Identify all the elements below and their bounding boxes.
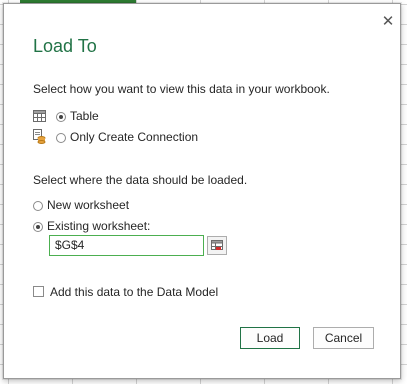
cell-reference-input[interactable]: $G$4 <box>49 235 204 256</box>
new-worksheet-radio[interactable] <box>33 201 43 211</box>
data-model-label: Add this data to the Data Model <box>50 285 219 299</box>
table-icon <box>33 110 46 122</box>
connection-icon <box>33 129 46 144</box>
existing-worksheet-label: Existing worksheet: <box>47 219 151 233</box>
view-prompt: Select how you want to view this data in… <box>33 82 330 96</box>
load-button[interactable]: Load <box>240 327 300 349</box>
data-model-checkbox[interactable] <box>33 286 44 297</box>
close-button[interactable]: ✕ <box>378 11 398 31</box>
connection-option-label: Only Create Connection <box>70 130 199 144</box>
cancel-button[interactable]: Cancel <box>313 327 374 349</box>
load-to-dialog: ✕ Load To Select how you want to view th… <box>3 3 401 379</box>
table-option-label: Table <box>70 109 99 123</box>
close-icon: ✕ <box>381 12 395 30</box>
connection-radio[interactable] <box>56 133 66 143</box>
new-worksheet-label: New worksheet <box>47 198 130 212</box>
range-selector-icon <box>211 240 223 250</box>
table-radio[interactable] <box>56 112 66 122</box>
range-selector-button[interactable] <box>207 236 227 255</box>
dialog-title: Load To <box>33 36 97 56</box>
existing-worksheet-radio[interactable] <box>33 222 43 232</box>
location-prompt: Select where the data should be loaded. <box>33 173 248 187</box>
